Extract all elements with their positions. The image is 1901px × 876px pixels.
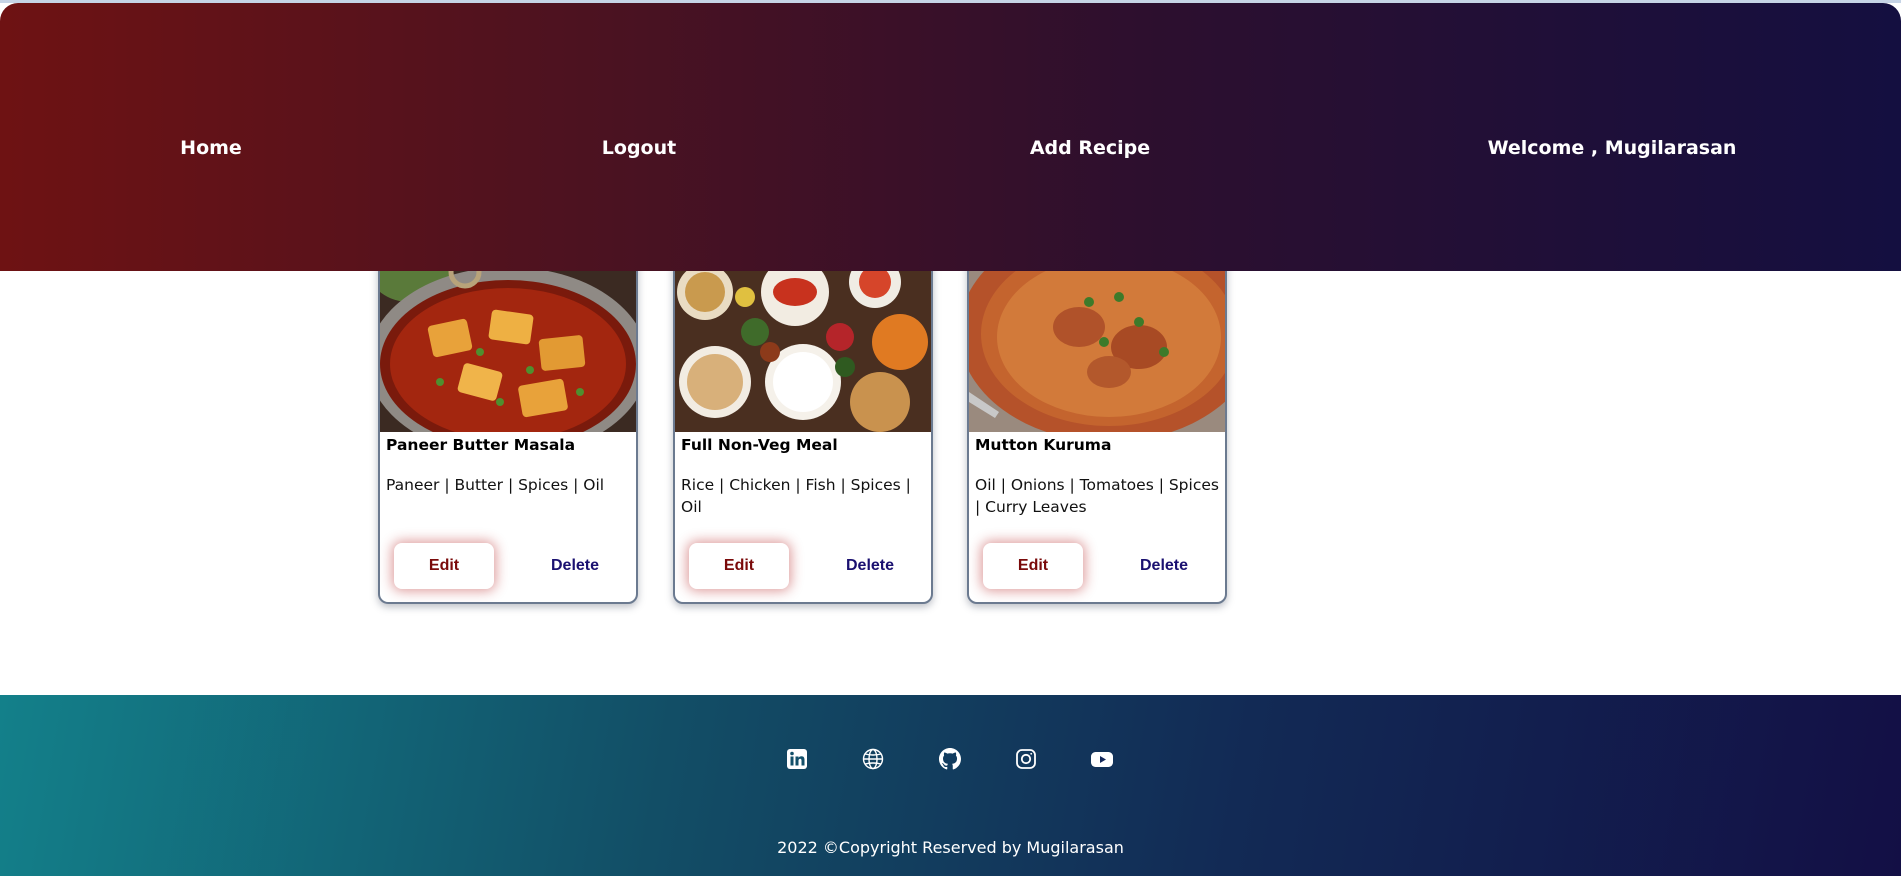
recipe-ingredients: Rice | Chicken | Fish | Spices | Oil: [681, 476, 911, 516]
delete-button[interactable]: Delete: [530, 543, 620, 589]
delete-button[interactable]: Delete: [825, 543, 915, 589]
welcome-message: Welcome , Mugilarasan: [1487, 137, 1737, 159]
recipe-image-non-veg-meal: [675, 252, 931, 432]
footer: 2022 ©Copyright Reserved by Mugilarasan: [0, 695, 1901, 876]
linkedin-icon[interactable]: [783, 745, 811, 773]
edit-button[interactable]: Edit: [983, 543, 1083, 589]
delete-button[interactable]: Delete: [1119, 543, 1209, 589]
instagram-icon[interactable]: [1012, 745, 1040, 773]
youtube-icon[interactable]: [1088, 745, 1116, 773]
nav-logout-link[interactable]: Logout: [602, 137, 676, 159]
page: Home Logout Add Recipe Welcome , Mugilar…: [0, 0, 1901, 876]
recipe-title: Paneer Butter Masala: [386, 436, 576, 454]
recipe-card: Full Non-Veg Meal Rice | Chicken | Fish …: [673, 250, 933, 604]
recipe-ingredients: Oil | Onions | Tomatoes | Spices | Curry…: [975, 476, 1219, 516]
recipe-title: Mutton Kuruma: [975, 436, 1112, 454]
edit-button[interactable]: Edit: [689, 543, 789, 589]
globe-icon[interactable]: [859, 745, 887, 773]
recipe-image-mutton-kuruma: [969, 252, 1225, 432]
recipe-card: Paneer Butter Masala Paneer | Butter | S…: [378, 250, 638, 604]
github-icon[interactable]: [936, 745, 964, 773]
nav-add-recipe-link[interactable]: Add Recipe: [1030, 137, 1150, 159]
recipe-title: Full Non-Veg Meal: [681, 436, 838, 454]
recipe-card: Mutton Kuruma Oil | Onions | Tomatoes | …: [967, 250, 1227, 604]
nav-home-link[interactable]: Home: [180, 137, 242, 159]
recipe-image-paneer: [380, 252, 636, 432]
recipe-ingredients: Paneer | Butter | Spices | Oil: [386, 476, 605, 494]
navbar: Home Logout Add Recipe Welcome , Mugilar…: [0, 3, 1901, 271]
copyright-text: 2022 ©Copyright Reserved by Mugilarasan: [777, 838, 1124, 857]
edit-button[interactable]: Edit: [394, 543, 494, 589]
